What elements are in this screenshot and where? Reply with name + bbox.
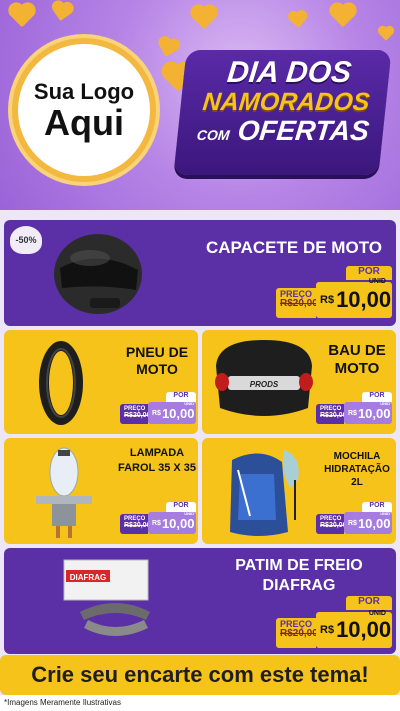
cta-banner[interactable]: Crie seu encarte com este tema!	[0, 655, 400, 695]
product-name: CAPACETE DE MOTO	[206, 238, 382, 257]
new-price: R$ 10,00 UNID	[316, 610, 392, 648]
heart-icon	[331, 4, 355, 28]
old-price-value: R$20,00	[320, 522, 347, 529]
brake-shoe-image: DIAFRAG	[63, 559, 150, 636]
new-price: R$ 10,00 UNID	[148, 511, 196, 534]
heart-icon	[192, 6, 216, 30]
old-price-value: R$20,00	[280, 298, 318, 309]
price-value: 10,00	[161, 405, 195, 421]
price-tag: POR PREÇO R$20,00 R$ 10,00 UNID	[316, 502, 392, 534]
price-tag: POR PREÇO R$20,00 R$ 10,00 UNID	[120, 502, 196, 534]
product-card-top-case[interactable]: PRODS BAU DE MOTO POR PREÇO R$20,00 R$ 1…	[202, 330, 396, 434]
helmet-image	[54, 234, 142, 314]
new-price: R$ 10,00 UNID	[148, 401, 196, 424]
old-price: PREÇO R$20,00	[316, 404, 347, 424]
heart-icon	[53, 3, 71, 21]
product-name: BAU DE MOTO	[328, 342, 386, 377]
new-price: R$ 10,00 UNID	[316, 278, 392, 318]
new-price: R$ 10,00 UNID	[344, 401, 392, 424]
product-card-helmet[interactable]: -50% CAPACETE DE MOTO POR PREÇO R$20,00 …	[4, 220, 396, 326]
product-card-headlight-bulb[interactable]: LAMPADA FAROL 35 X 35 POR PREÇO R$20,00 …	[4, 438, 198, 544]
disclaimer: *Imagens Meramente Ilustrativas	[0, 695, 400, 711]
por-label: POR	[346, 596, 392, 610]
unit-label: UNID	[368, 278, 386, 285]
heart-icon	[159, 39, 177, 57]
campaign-line3: COM OFERTAS	[181, 115, 385, 150]
old-price: PREÇO R$20,00	[276, 618, 318, 648]
currency: R$	[320, 294, 335, 306]
unit-label: UNID	[380, 401, 390, 406]
price-value: 10,00	[357, 405, 391, 421]
discount-badge: -50%	[10, 226, 42, 254]
unit-label: UNID	[368, 610, 386, 617]
unit-label: UNID	[184, 401, 194, 406]
price-tag: POR PREÇO R$20,00 R$ 10,00 UNID	[276, 596, 392, 648]
currency: R$	[348, 519, 357, 527]
old-price: PREÇO R$20,00	[120, 514, 151, 534]
brand-label: PRODS	[250, 380, 279, 389]
product-card-brake-shoe[interactable]: DIAFRAG PATIM DE FREIO DIAFRAG POR PREÇO…	[4, 548, 396, 654]
campaign-line3b: OFERTAS	[236, 115, 371, 146]
heart-icon	[10, 4, 34, 28]
heart-icon	[379, 27, 393, 41]
price-value: 10,00	[336, 287, 392, 312]
logo-placeholder: Sua Logo Aqui	[12, 38, 156, 182]
top-case-image: PRODS	[215, 340, 313, 416]
product-card-tire[interactable]: PNEU DE MOTO POR PREÇO R$20,00 R$ 10,00 …	[4, 330, 198, 434]
old-price-value: R$20,00	[320, 412, 347, 419]
price-value: 10,00	[357, 515, 391, 531]
old-price: PREÇO R$20,00	[276, 288, 318, 318]
tire-image	[39, 341, 83, 425]
product-card-hydration-backpack[interactable]: MOCHILA HIDRATAÇÃO 2L POR PREÇO R$20,00 …	[202, 438, 396, 544]
currency: R$	[320, 624, 335, 636]
product-name: PNEU DE MOTO	[125, 344, 189, 377]
heart-icon	[290, 12, 306, 28]
logo-text-bottom: Aqui	[44, 102, 124, 143]
old-price: PREÇO R$20,00	[316, 514, 347, 534]
price-value: 10,00	[336, 617, 392, 642]
price-tag: POR PREÇO R$20,00 R$ 10,00 UNID	[316, 392, 392, 424]
currency: R$	[152, 519, 161, 527]
brand-label: DIAFRAG	[70, 573, 106, 582]
currency: R$	[152, 409, 161, 417]
bulb-image	[36, 447, 92, 538]
price-value: 10,00	[161, 515, 195, 531]
campaign-line3a: COM	[196, 127, 231, 143]
unit-label: UNID	[380, 511, 390, 516]
backpack-image	[230, 450, 299, 536]
old-price-value: R$20,00	[280, 628, 318, 639]
price-tag: POR PREÇO R$20,00 R$ 10,00 UNID	[276, 266, 392, 318]
new-price: R$ 10,00 UNID	[344, 511, 392, 534]
old-price-value: R$20,00	[124, 522, 151, 529]
old-price-value: R$20,00	[124, 412, 151, 419]
unit-label: UNID	[184, 511, 194, 516]
header-banner: Sua Logo Aqui DIA DOS NAMORADOS COM OFER…	[0, 0, 400, 210]
price-tag: POR PREÇO R$20,00 R$ 10,00 UNID	[120, 392, 196, 424]
campaign-line1: DIA DOS	[225, 56, 353, 89]
product-name: PATIM DE FREIO DIAFRAG	[235, 557, 363, 594]
product-name: LAMPADA FAROL 35 X 35	[117, 447, 197, 474]
old-price: PREÇO R$20,00	[120, 404, 151, 424]
campaign-title: DIA DOS NAMORADOS COM OFERTAS	[181, 56, 391, 150]
product-name: MOCHILA HIDRATAÇÃO 2L	[324, 451, 390, 488]
campaign-line2: NAMORADOS	[201, 88, 372, 116]
currency: R$	[348, 409, 357, 417]
